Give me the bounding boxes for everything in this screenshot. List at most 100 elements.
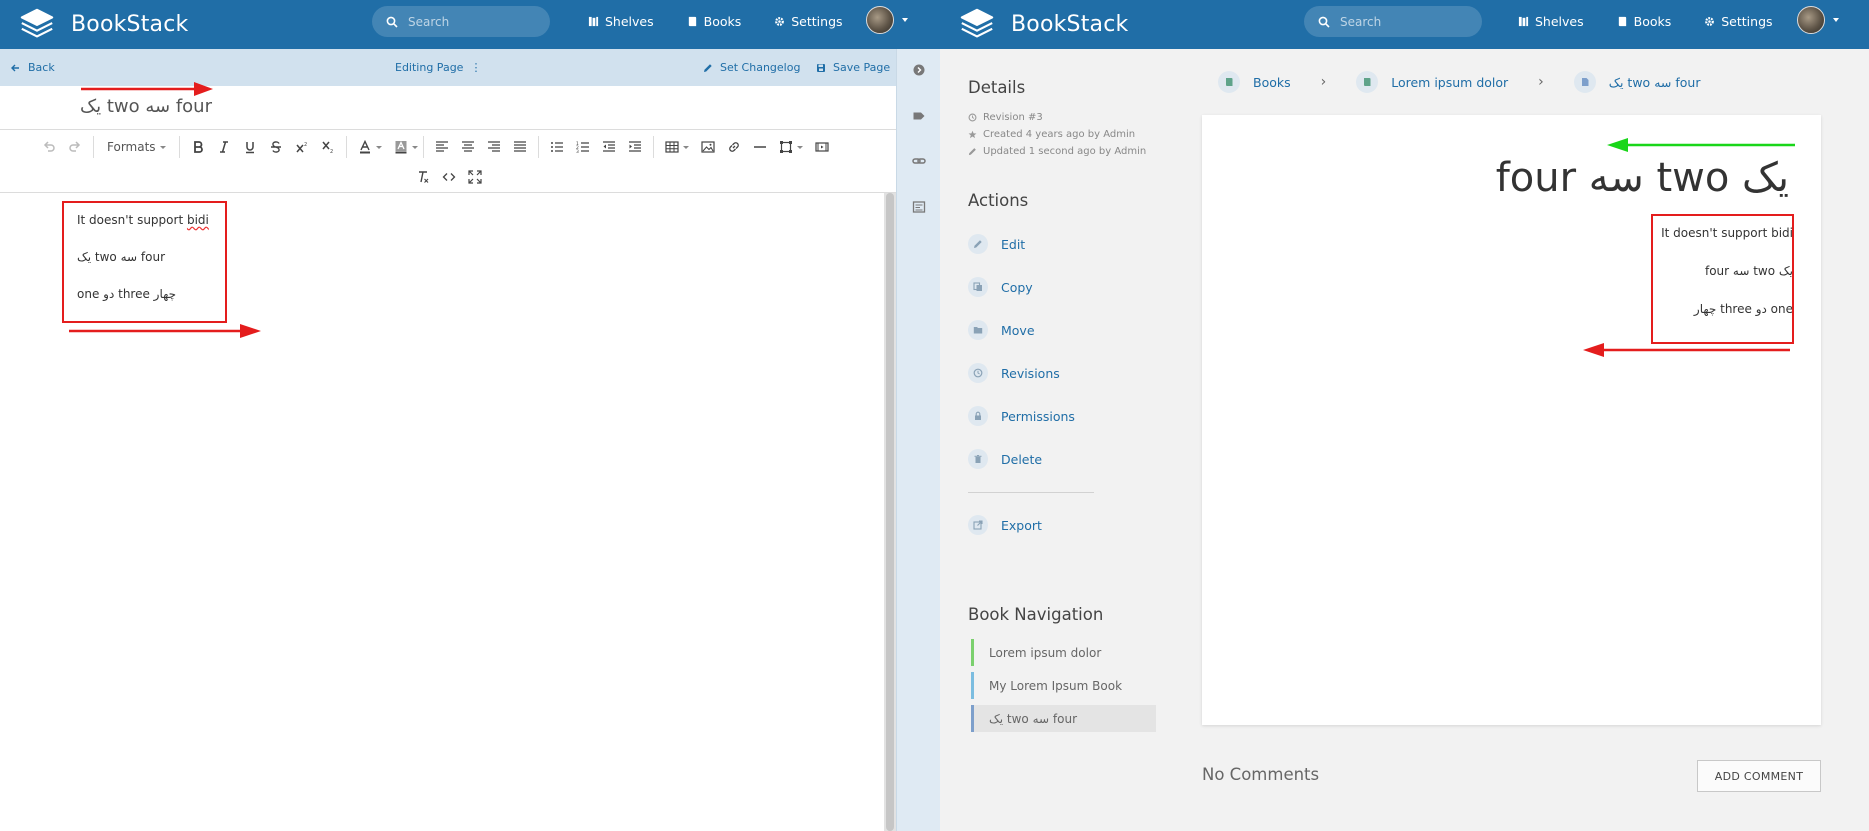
annotation-arrow-right-icon — [69, 324, 261, 338]
nav-settings[interactable]: Settings — [774, 14, 843, 29]
move-action[interactable]: Move — [968, 320, 1035, 340]
text-color-icon — [359, 140, 370, 154]
pencil-icon — [974, 240, 982, 248]
save-page-button[interactable]: Save Page — [816, 61, 890, 74]
add-comment-button[interactable]: ADD COMMENT — [1697, 760, 1821, 792]
highlight-color-icon — [395, 140, 407, 154]
revisions-action[interactable]: Revisions — [968, 363, 1060, 383]
chevron-down-icon — [411, 145, 418, 149]
pencil-icon — [704, 63, 712, 72]
main-nav: Shelves Books Settings — [588, 0, 876, 42]
align-right-button[interactable] — [481, 134, 507, 160]
toolbar-divider — [345, 136, 347, 158]
horizontal-rule-button[interactable] — [747, 134, 773, 160]
bullet-list-button[interactable] — [544, 134, 570, 160]
svg-text:2: 2 — [330, 149, 333, 154]
breadcrumb-books[interactable]: Books — [1218, 71, 1291, 93]
search-icon — [386, 16, 398, 28]
annotation-arrow-right-icon — [81, 82, 213, 96]
superscript-icon: 2 — [295, 142, 307, 153]
book-nav-item[interactable]: My Lorem Ipsum Book — [971, 672, 1156, 699]
copy-action[interactable]: Copy — [968, 277, 1033, 297]
indent-button[interactable] — [622, 134, 648, 160]
app-header: BookStack Shelves Books Settings — [0, 0, 940, 49]
source-code-button[interactable] — [436, 164, 462, 190]
search-box[interactable] — [372, 6, 550, 37]
back-button[interactable]: Back — [10, 61, 55, 74]
revision-meta: Revision #3 — [968, 112, 1043, 123]
save-icon — [817, 63, 825, 72]
undo-button[interactable] — [36, 134, 62, 160]
gear-icon — [775, 16, 785, 26]
set-changelog-button[interactable]: Set Changelog — [703, 61, 800, 74]
redo-button[interactable] — [62, 134, 88, 160]
insert-media-button[interactable] — [809, 134, 835, 160]
redo-icon — [69, 141, 81, 152]
editor-scrollbar[interactable] — [884, 193, 896, 831]
breadcrumb-page[interactable]: یک two سه four — [1573, 71, 1700, 93]
outdent-button[interactable] — [596, 134, 622, 160]
export-icon — [973, 520, 983, 530]
user-menu[interactable] — [866, 6, 908, 34]
pencil-icon — [968, 148, 976, 156]
toolbox-templates-button[interactable] — [897, 186, 941, 228]
text-color-button[interactable] — [352, 134, 388, 160]
strikethrough-icon — [270, 141, 281, 153]
align-left-button[interactable] — [429, 134, 455, 160]
formats-dropdown[interactable]: Formats — [99, 140, 174, 154]
numbered-list-button[interactable]: 123 — [570, 134, 596, 160]
delete-action[interactable]: Delete — [968, 449, 1042, 469]
export-action[interactable]: Export — [968, 515, 1042, 535]
chevron-right-icon: › — [1538, 74, 1544, 90]
toolbox-toggle-button[interactable] — [897, 49, 941, 91]
nav-settings[interactable]: Settings — [1704, 14, 1773, 29]
book-nav-item-current[interactable]: یک two سه four — [971, 705, 1156, 732]
editing-page-menu[interactable]: Editing Page ⋮ — [395, 61, 481, 74]
toolbox-attachments-button[interactable] — [897, 140, 941, 182]
media-icon — [814, 142, 829, 152]
superscript-button[interactable]: 2 — [289, 134, 315, 160]
user-menu[interactable] — [1797, 6, 1839, 34]
books-icon — [688, 16, 696, 26]
page-view-pane: BookStack Shelves Books Settings De — [940, 0, 1869, 831]
toolbox-tags-button[interactable] — [897, 95, 941, 137]
align-center-button[interactable] — [455, 134, 481, 160]
insert-image-button[interactable] — [695, 134, 721, 160]
fullscreen-button[interactable] — [462, 164, 488, 190]
table-icon — [664, 141, 679, 153]
image-icon — [700, 141, 715, 153]
scrollbar-thumb[interactable] — [886, 193, 894, 831]
search-icon — [1318, 16, 1330, 28]
align-justify-button[interactable] — [507, 134, 533, 160]
chevron-down-icon — [902, 18, 908, 22]
permissions-action[interactable]: Permissions — [968, 406, 1075, 426]
bold-button[interactable] — [185, 134, 211, 160]
page-title-input[interactable] — [80, 96, 780, 117]
italic-button[interactable] — [211, 134, 237, 160]
breadcrumb-book[interactable]: Lorem ipsum dolor — [1356, 71, 1508, 93]
nav-shelves[interactable]: Shelves — [1518, 14, 1584, 29]
brand-logo[interactable]: BookStack — [18, 6, 188, 44]
nav-books[interactable]: Books — [1617, 14, 1671, 29]
breadcrumb: Books › Lorem ipsum dolor › یک two سه fo… — [1218, 68, 1700, 96]
details-heading: Details — [968, 78, 1026, 97]
search-input[interactable] — [1340, 14, 1470, 29]
insert-link-button[interactable] — [721, 134, 747, 160]
nav-books[interactable]: Books — [687, 14, 741, 29]
underline-button[interactable] — [237, 134, 263, 160]
toolbar-row-2 — [0, 162, 896, 192]
table-button[interactable] — [659, 134, 695, 160]
editor-side-toolbox — [896, 49, 940, 831]
clear-formatting-button[interactable] — [410, 164, 436, 190]
background-color-button[interactable] — [388, 134, 418, 160]
book-nav-item[interactable]: Lorem ipsum dolor — [971, 639, 1156, 666]
collapsible-button[interactable] — [773, 134, 809, 160]
edit-action[interactable]: Edit — [968, 234, 1025, 254]
search-input[interactable] — [408, 14, 538, 29]
strikethrough-button[interactable] — [263, 134, 289, 160]
brand-logo[interactable]: BookStack — [958, 6, 1128, 44]
nav-shelves[interactable]: Shelves — [588, 14, 654, 29]
search-box[interactable] — [1304, 6, 1482, 37]
app-header: BookStack Shelves Books Settings — [940, 0, 1869, 49]
subscript-button[interactable]: 2 — [315, 134, 341, 160]
